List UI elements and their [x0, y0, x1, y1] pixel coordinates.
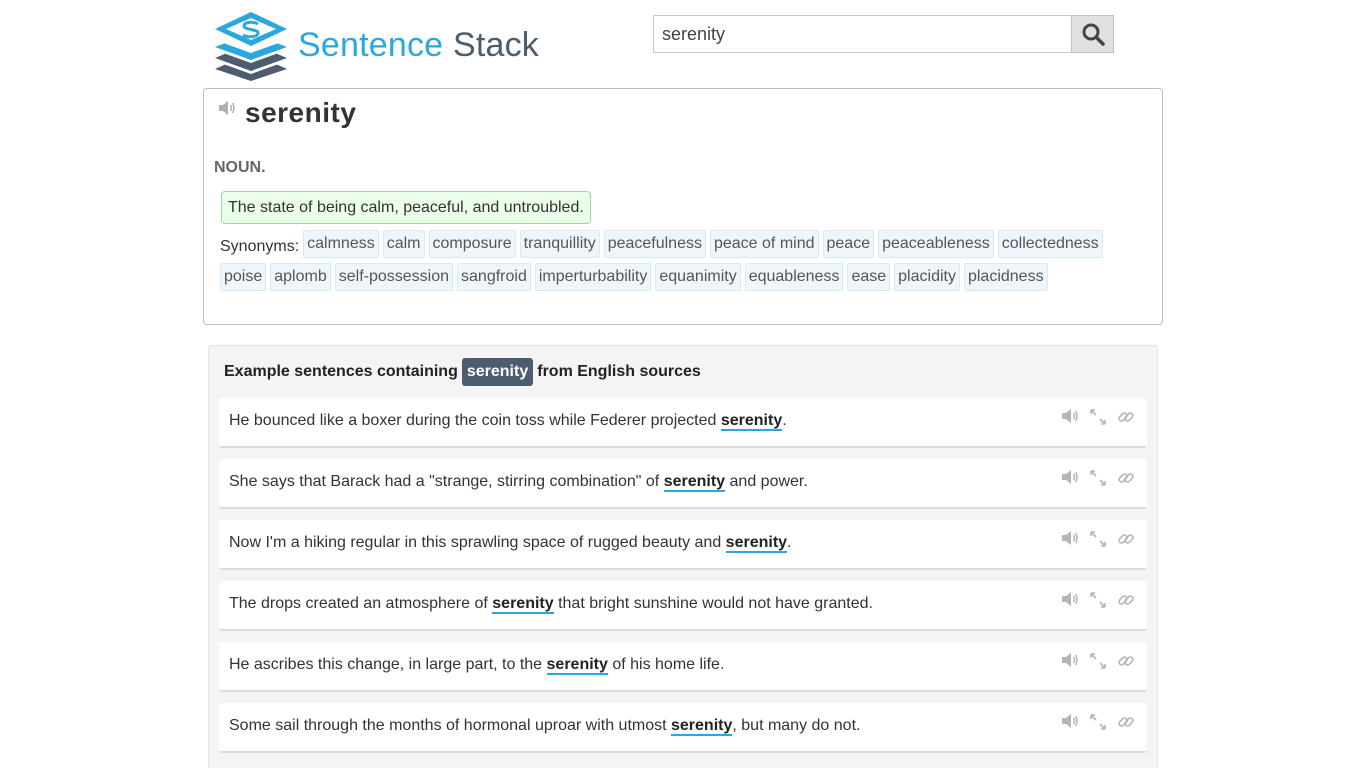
expand-icon[interactable]: [1089, 530, 1107, 548]
synonym-chip[interactable]: equanimity: [655, 263, 741, 291]
speaker-icon[interactable]: [218, 100, 236, 121]
sentence-tools: [1061, 713, 1135, 731]
sentence-stack-logo[interactable]: [213, 11, 289, 81]
examples-heading-after: from English sources: [537, 363, 701, 380]
sentence-before: He bounced like a boxer during the coin …: [229, 412, 721, 429]
definition-card: serenity NOUN. The state of being calm, …: [203, 88, 1163, 325]
example-sentence-row: He bounced like a boxer during the coin …: [219, 398, 1147, 448]
sentence-before: He ascribes this change, in large part, …: [229, 656, 547, 673]
synonym-chip[interactable]: peaceableness: [878, 230, 994, 258]
sentence-keyword: serenity: [492, 595, 554, 614]
example-sentences-panel: Example sentences containing serenity fr…: [208, 345, 1158, 768]
sentence-after: .: [782, 412, 787, 429]
speaker-icon[interactable]: [1061, 469, 1079, 487]
sentence-before: She says that Barack had a "strange, sti…: [229, 473, 664, 490]
example-sentence-text: Some sail through the months of hormonal…: [229, 717, 861, 736]
stack-logo-icon: [215, 12, 287, 81]
synonym-chip[interactable]: calmness: [303, 230, 379, 258]
synonyms-list: Synonyms: calmness calm composure tranquill…: [220, 230, 1150, 296]
synonym-chip[interactable]: peacefulness: [603, 230, 706, 258]
synonym-chip[interactable]: calm: [382, 230, 425, 258]
sentence-keyword: serenity: [725, 534, 788, 553]
speaker-icon[interactable]: [1061, 713, 1079, 731]
expand-icon[interactable]: [1089, 652, 1107, 670]
synonym-chip[interactable]: placidity: [894, 263, 960, 291]
synonym-chip[interactable]: ease: [847, 263, 891, 291]
link-icon[interactable]: [1117, 408, 1135, 426]
speaker-icon[interactable]: [1061, 530, 1079, 548]
speaker-icon[interactable]: [1061, 591, 1079, 609]
examples-heading: Example sentences containing serenity fr…: [224, 358, 701, 386]
examples-heading-word: serenity: [461, 358, 534, 386]
synonym-chip[interactable]: peace: [822, 230, 875, 258]
expand-icon[interactable]: [1089, 408, 1107, 426]
sentence-after: , but many do not.: [732, 717, 861, 734]
sentence-after: that bright sunshine would not have gran…: [553, 595, 873, 612]
expand-icon[interactable]: [1089, 591, 1107, 609]
expand-icon[interactable]: [1089, 469, 1107, 487]
example-sentence-row: Now I'm a hiking regular in this sprawli…: [219, 520, 1147, 570]
example-sentence-row: He ascribes this change, in large part, …: [219, 642, 1147, 692]
search-icon: [1082, 23, 1105, 46]
synonym-chip[interactable]: placidness: [963, 263, 1048, 291]
link-icon[interactable]: [1117, 591, 1135, 609]
speaker-icon[interactable]: [1061, 408, 1079, 426]
synonym-chip[interactable]: peace of mind: [709, 230, 819, 258]
link-icon[interactable]: [1117, 469, 1135, 487]
synonym-chip[interactable]: sangfroid: [457, 263, 531, 291]
example-sentence-text: The drops created an atmosphere of seren…: [229, 595, 873, 614]
synonym-chip[interactable]: imperturbability: [534, 263, 652, 291]
brand-part-sentence: Sentence: [298, 26, 444, 64]
synonym-chip[interactable]: composure: [428, 230, 516, 258]
brand-name[interactable]: Sentence Stack: [298, 26, 539, 64]
sentence-tools: [1061, 408, 1135, 426]
definition-text: The state of being calm, peaceful, and u…: [221, 191, 591, 224]
sentence-after: .: [787, 534, 792, 551]
example-sentence-row: She says that Barack had a "strange, sti…: [219, 459, 1147, 509]
speaker-icon[interactable]: [1061, 652, 1079, 670]
expand-icon[interactable]: [1089, 713, 1107, 731]
sentence-keyword: serenity: [546, 656, 608, 675]
sentence-keyword: serenity: [663, 473, 726, 492]
part-of-speech: NOUN.: [214, 159, 266, 176]
example-sentence-text: She says that Barack had a "strange, sti…: [229, 473, 808, 492]
example-sentence-text: Now I'm a hiking regular in this sprawli…: [229, 534, 792, 553]
link-icon[interactable]: [1117, 713, 1135, 731]
sentence-tools: [1061, 469, 1135, 487]
link-icon[interactable]: [1117, 530, 1135, 548]
search-bar: [653, 15, 1114, 53]
sentence-before: Some sail through the months of hormonal…: [229, 717, 671, 734]
sentence-tools: [1061, 591, 1135, 609]
examples-heading-before: Example sentences containing: [224, 363, 458, 380]
sentence-tools: [1061, 530, 1135, 548]
synonyms-label: Synonyms:: [220, 237, 300, 255]
brand-part-stack: Stack: [452, 26, 539, 64]
synonym-chip[interactable]: tranquillity: [519, 230, 600, 258]
sentence-before: Now I'm a hiking regular in this sprawli…: [229, 534, 726, 551]
synonym-chip[interactable]: self-possession: [334, 263, 454, 291]
example-sentence-text: He ascribes this change, in large part, …: [229, 656, 725, 675]
sentence-keyword: serenity: [720, 412, 783, 431]
synonym-chip[interactable]: collectedness: [997, 230, 1103, 258]
sentence-tools: [1061, 652, 1135, 670]
sentence-after: and power.: [725, 473, 808, 490]
headword: serenity: [245, 97, 357, 128]
search-input[interactable]: [653, 15, 1071, 53]
search-button[interactable]: [1071, 15, 1114, 53]
example-sentence-row: The drops created an atmosphere of seren…: [219, 581, 1147, 631]
sentence-keyword: serenity: [671, 717, 733, 736]
example-sentence-row: Some sail through the months of hormonal…: [219, 703, 1147, 753]
sentence-before: The drops created an atmosphere of: [229, 595, 493, 612]
link-icon[interactable]: [1117, 652, 1135, 670]
synonym-chip[interactable]: aplomb: [270, 263, 331, 291]
sentence-after: of his home life.: [607, 656, 725, 673]
synonym-chip[interactable]: poise: [220, 263, 267, 291]
example-sentence-text: He bounced like a boxer during the coin …: [229, 412, 787, 431]
synonym-chip[interactable]: equableness: [744, 263, 844, 291]
